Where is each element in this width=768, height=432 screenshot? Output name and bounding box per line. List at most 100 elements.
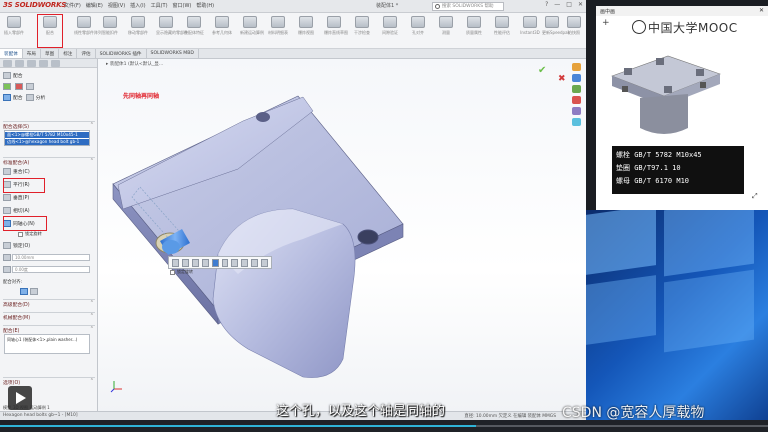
- popup-lock-rotation[interactable]: 锁定旋转: [170, 269, 193, 275]
- advanced-mates-header[interactable]: 高级配合(D): [3, 299, 95, 308]
- pip-expand-icon[interactable]: ⤢: [752, 192, 758, 201]
- spec-nut: 螺母 GB/T 6170 M10: [616, 177, 690, 185]
- popup-parallel-icon[interactable]: [181, 259, 189, 267]
- tab-addins[interactable]: SOLIDWORKS 插件: [96, 49, 147, 58]
- lock-rotation-option[interactable]: 锁定旋转: [18, 231, 42, 237]
- pushpin-icon[interactable]: [26, 83, 35, 90]
- popup-lock-rotation-checkbox[interactable]: [170, 269, 175, 275]
- tab-assembly[interactable]: 装配体: [0, 49, 23, 58]
- mass-properties-button[interactable]: 质量属性: [464, 16, 484, 44]
- tab-markup[interactable]: 标注: [59, 49, 78, 58]
- screen: 3S SOLIDWORKS 文件(F) 编辑(E) 视图(V) 插入(I) 工具…: [0, 0, 768, 432]
- help-search-input[interactable]: 搜索 SOLIDWORKS 帮助: [432, 2, 504, 11]
- pip-close-icon[interactable]: ✕: [759, 7, 764, 14]
- mates-tab-icon[interactable]: [3, 94, 11, 101]
- assembly-features-button[interactable]: 装配体特征: [184, 16, 204, 44]
- lock-rotation-checkbox[interactable]: [18, 231, 23, 237]
- dim-xpert-tab-icon[interactable]: [39, 60, 48, 67]
- distance-input[interactable]: 10.00mm: [12, 254, 90, 261]
- lock-icon: [3, 242, 11, 249]
- popup-distance-icon[interactable]: [231, 259, 239, 267]
- menu-edit[interactable]: 编辑(E): [86, 2, 103, 9]
- popup-angle-icon[interactable]: [241, 259, 249, 267]
- selection-item[interactable]: 面<1>@螺栓GB/T 5782 M10x45-1: [5, 132, 89, 138]
- mate-selections-list[interactable]: 面<1>@螺栓GB/T 5782 M10x45-1 边线<1>@hexagon …: [4, 130, 90, 146]
- menu-window[interactable]: 窗口(W): [173, 2, 192, 9]
- help-button[interactable]: ?: [545, 1, 548, 8]
- popup-lock-icon[interactable]: [221, 259, 229, 267]
- mates-header[interactable]: 配合(E): [3, 325, 95, 334]
- aligned-icon[interactable]: [20, 288, 28, 295]
- mechanical-mates-header[interactable]: 机械配合(M): [3, 312, 95, 321]
- video-subtitle: 这个孔，以及这个轴是同轴的: [276, 404, 446, 419]
- bom-button[interactable]: 材料明细表: [268, 16, 288, 44]
- mate-coincident[interactable]: 重合(C): [3, 168, 30, 175]
- menu-help[interactable]: 帮助(H): [196, 2, 214, 9]
- tab-layout[interactable]: 布局: [23, 49, 41, 58]
- explode-line-button[interactable]: 爆炸直线草图: [324, 16, 348, 44]
- selection-item[interactable]: 边线<1>@hexagon head bolt gb-1: [5, 139, 89, 145]
- menu-file[interactable]: 文件(F): [64, 2, 81, 9]
- play-button[interactable]: [8, 386, 32, 410]
- model-viewport[interactable]: [98, 59, 586, 411]
- angle-input[interactable]: 0.00度: [12, 266, 90, 273]
- smart-fasteners-button[interactable]: 智能扣件: [100, 16, 120, 44]
- boss-body[interactable]: [212, 208, 356, 378]
- feature-tree-tab-icon[interactable]: [3, 60, 12, 67]
- move-component-button[interactable]: 移动零部件: [128, 16, 148, 44]
- graphics-area[interactable]: ▸ 装配体1 (默认<默认_显... 先同轴再同轴 ✔ ✖ 锁定旋转: [98, 59, 586, 411]
- options-header[interactable]: 选项(O): [3, 377, 95, 386]
- motion-study-button[interactable]: 新建运动算例: [240, 16, 264, 44]
- property-manager-tab-icon[interactable]: [15, 60, 24, 67]
- interference-button[interactable]: 干涉检查: [352, 16, 372, 44]
- tab-mbd[interactable]: SOLIDWORKS MBD: [147, 49, 199, 58]
- menu-insert[interactable]: 插入(I): [130, 2, 145, 9]
- snapshot-button[interactable]: 拍快照: [564, 16, 584, 44]
- instant3d-button[interactable]: Instant3D: [520, 16, 540, 44]
- analysis-tab-icon[interactable]: [25, 94, 34, 101]
- popup-concentric-icon[interactable]: [211, 259, 219, 267]
- standard-mates-header[interactable]: 标准配合(A): [3, 157, 95, 166]
- clearance-button[interactable]: 间隙验证: [380, 16, 400, 44]
- solidworks-logo[interactable]: 3S SOLIDWORKS: [3, 1, 66, 9]
- maximize-button[interactable]: □: [566, 1, 572, 8]
- mate-lock[interactable]: 锁定(O): [3, 242, 30, 249]
- menu-tools[interactable]: 工具(T): [151, 2, 168, 9]
- ok-check-icon[interactable]: [3, 83, 11, 90]
- performance-button[interactable]: 性能评估: [492, 16, 512, 44]
- anti-aligned-icon[interactable]: [30, 288, 38, 295]
- popup-ok-icon[interactable]: [261, 259, 269, 267]
- speedpak-button[interactable]: 更新Speedpak: [542, 16, 570, 44]
- mate-tangent[interactable]: 相切(A): [3, 207, 30, 214]
- popup-flip-icon[interactable]: [251, 259, 259, 267]
- config-manager-tab-icon[interactable]: [27, 60, 36, 67]
- cancel-x-icon[interactable]: [14, 83, 23, 90]
- tab-mates[interactable]: 配合: [13, 96, 23, 101]
- linear-pattern-button[interactable]: 线性零部件阵列: [74, 16, 102, 44]
- tab-analysis[interactable]: 分析: [36, 96, 46, 101]
- hole-right[interactable]: [357, 229, 379, 245]
- hole-top[interactable]: [256, 112, 270, 122]
- tab-sketch[interactable]: 草图: [41, 49, 60, 58]
- exploded-view-button[interactable]: 爆炸视图: [296, 16, 316, 44]
- mate-list-item[interactable]: 同轴心1 (装配体<1>,plain washer...): [7, 337, 77, 342]
- search-placeholder: 搜索 SOLIDWORKS 帮助: [442, 4, 494, 9]
- insert-components-button[interactable]: 插入零部件: [4, 16, 24, 44]
- show-hidden-button[interactable]: 显示隐藏的零部件: [156, 16, 188, 44]
- reference-geometry-button[interactable]: 参考几何体: [212, 16, 232, 44]
- menu-view[interactable]: 视图(V): [108, 2, 125, 9]
- mate-selections-header[interactable]: 配合选择(S): [3, 121, 95, 130]
- hole-alignment-button[interactable]: 孔对齐: [408, 16, 428, 44]
- popup-tangent-icon[interactable]: [201, 259, 209, 267]
- video-progress-bar[interactable]: [0, 420, 768, 432]
- mate-perpendicular[interactable]: 垂直(P): [3, 194, 29, 201]
- mates-list[interactable]: 同轴心1 (装配体<1>,plain washer...): [4, 334, 90, 354]
- popup-coincident-icon[interactable]: [172, 259, 179, 267]
- popup-perpendicular-icon[interactable]: [191, 259, 199, 267]
- measure-button[interactable]: 测量: [436, 16, 456, 44]
- display-manager-tab-icon[interactable]: [51, 60, 60, 67]
- pip-add-icon[interactable]: +: [602, 18, 610, 28]
- minimize-button[interactable]: —: [554, 1, 560, 8]
- tab-evaluate[interactable]: 评估: [77, 49, 96, 58]
- close-button[interactable]: ✕: [578, 1, 583, 8]
